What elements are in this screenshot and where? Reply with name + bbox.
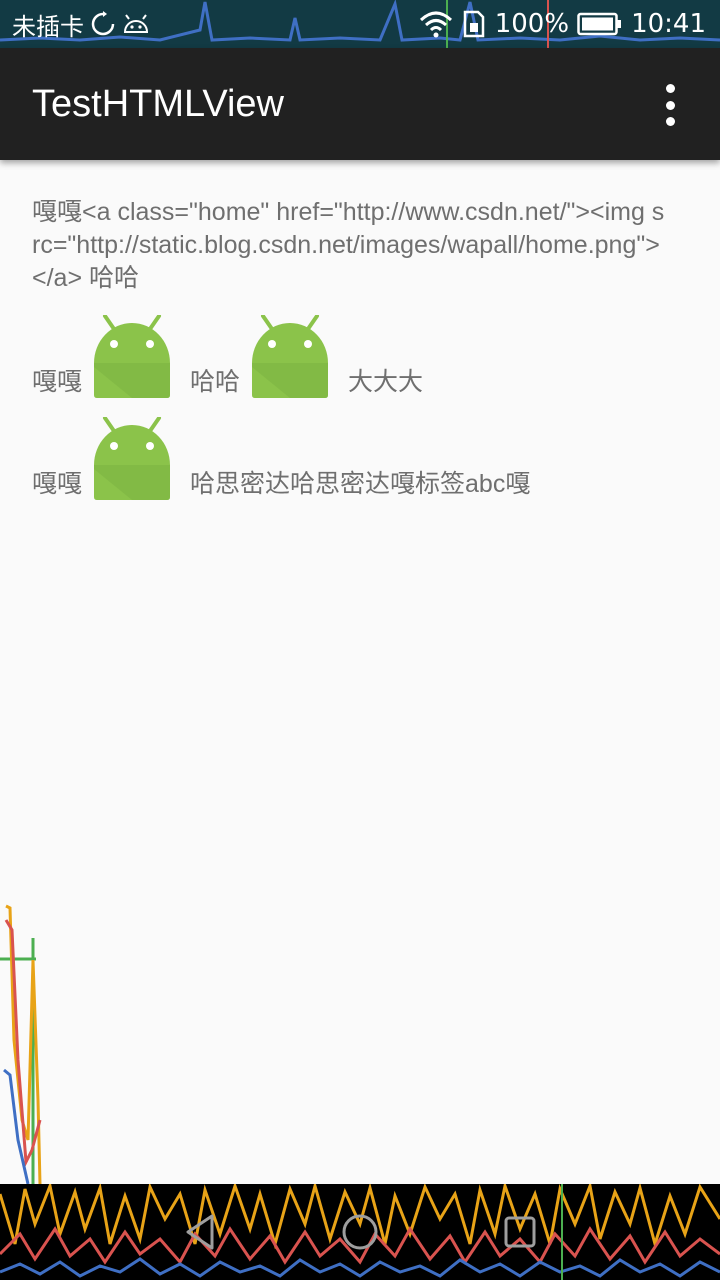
app-bar: TestHTMLView [0, 48, 720, 160]
html-line-2: 嘎嘎 哈思密达哈思密达嘎标签abc嘎 [32, 411, 672, 501]
text-segment: 嘎嘎 [32, 368, 83, 396]
sim-icon [461, 10, 487, 38]
gpu-profile-graph-side [0, 904, 42, 1184]
more-vert-icon[interactable] [642, 84, 698, 126]
status-left: 未插卡 [12, 8, 150, 41]
app-title: TestHTMLView [32, 83, 284, 125]
html-line-1: 嘎嘎 哈哈 大大大 [32, 309, 672, 399]
overflow-dot [665, 100, 675, 110]
carrier-text: 未插卡 [12, 12, 84, 41]
battery-percent: 100% [494, 9, 570, 39]
screen: 未插卡 100% 10:41 TestHTMLView 嘎嘎<a class="… [0, 0, 720, 1280]
status-bar: 未插卡 100% 10:41 [0, 0, 720, 48]
text-segment: 嘎嘎 [32, 470, 83, 498]
recents-icon[interactable] [488, 1200, 552, 1264]
text-segment: 哈哈 [190, 368, 241, 396]
status-right: 100% 10:41 [419, 8, 706, 40]
raw-html-text: 嘎嘎<a class="home" href="http://www.csdn.… [32, 198, 665, 292]
battery-icon [577, 12, 623, 36]
wifi-icon [419, 10, 453, 38]
overflow-dot [665, 117, 675, 126]
android-robot-icon [252, 315, 329, 398]
text-segment: 大大大 [348, 368, 424, 396]
back-icon[interactable] [168, 1200, 232, 1264]
overflow-dot [665, 84, 675, 93]
html-text-view: 嘎嘎<a class="home" href="http://www.csdn.… [32, 196, 672, 501]
text-segment: 哈思密达哈思密达嘎标签abc嘎 [190, 470, 531, 498]
android-debug-icon [122, 12, 150, 36]
android-robot-icon [94, 417, 171, 500]
android-robot-icon [94, 315, 171, 398]
clock: 10:41 [631, 9, 706, 39]
navigation-bar [0, 1184, 720, 1280]
sync-icon [90, 11, 116, 37]
home-icon[interactable] [328, 1200, 392, 1264]
